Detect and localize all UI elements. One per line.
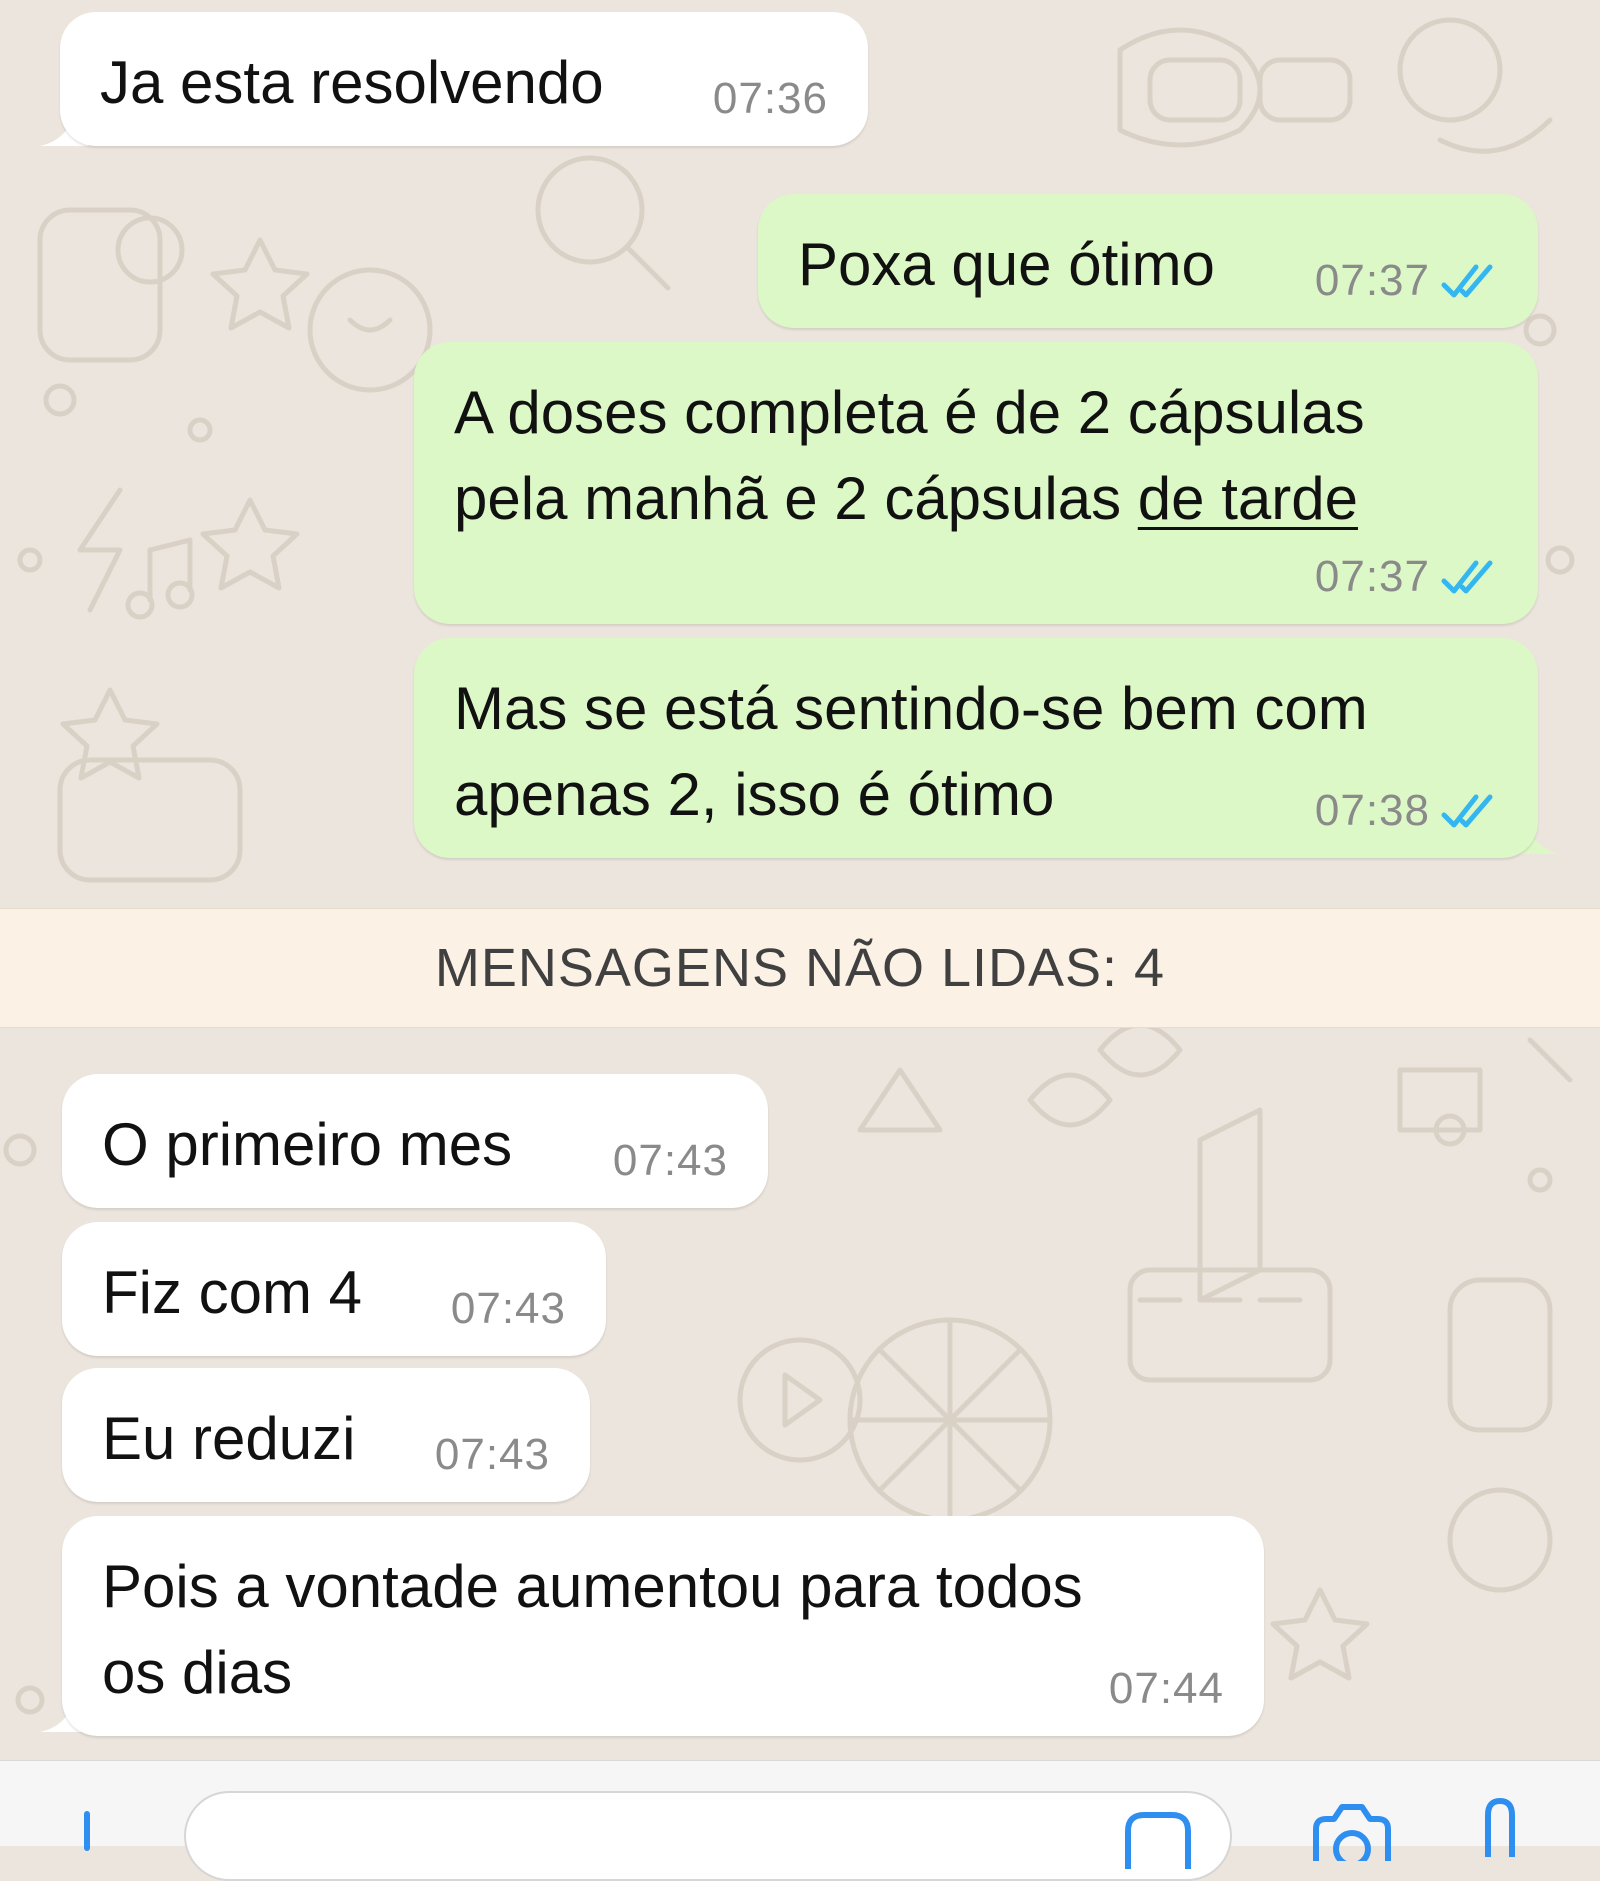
message-line: A doses completa é de 2 cápsulas — [454, 379, 1365, 446]
message-line: pela manhã e 2 cápsulas de tarde — [454, 456, 1365, 542]
timestamp: 07:37 — [1314, 256, 1430, 305]
message-text: Fiz com 4 — [102, 1259, 363, 1326]
incoming-message[interactable]: Pois a vontade aumentou para todos os di… — [62, 1516, 1264, 1736]
incoming-message[interactable]: O primeiro mes 07:43 — [62, 1074, 768, 1208]
double-check-icon — [1441, 794, 1493, 828]
message-time: 07:43 — [613, 1136, 728, 1186]
timestamp: 07:43 — [612, 1136, 728, 1185]
message-text: A doses completa é de 2 cápsulas pela ma… — [454, 370, 1365, 542]
message-text: Mas se está sentindo-se bem com apenas 2… — [454, 666, 1368, 838]
message-text: Eu reduzi — [102, 1405, 356, 1472]
message-time: 07:36 — [713, 74, 828, 124]
timestamp: 07:44 — [1108, 1664, 1224, 1713]
message-time: 07:43 — [435, 1430, 550, 1480]
message-time: 07:37 — [1315, 552, 1498, 602]
message-line: apenas 2, isso é ótimo — [454, 761, 1055, 828]
message-time: 07:44 — [1109, 1664, 1224, 1714]
message-line-part: pela manhã e 2 cápsulas — [454, 465, 1138, 532]
composer-bar — [0, 1760, 1600, 1881]
outgoing-message[interactable]: A doses completa é de 2 cápsulas pela ma… — [414, 342, 1538, 624]
message-line: os dias — [102, 1639, 293, 1706]
timestamp: 07:43 — [434, 1430, 550, 1479]
sticker-icon[interactable] — [1120, 1809, 1196, 1869]
message-text: O primeiro mes — [102, 1111, 513, 1178]
underlined-text: de tarde — [1137, 465, 1358, 532]
message-time: 07:38 — [1315, 786, 1498, 836]
message-line: Mas se está sentindo-se bem com — [454, 675, 1368, 742]
incoming-message[interactable]: Fiz com 4 07:43 — [62, 1222, 606, 1356]
message-text: Ja esta resolvendo — [100, 49, 604, 116]
outgoing-message[interactable]: Mas se está sentindo-se bem com apenas 2… — [414, 638, 1538, 858]
outgoing-message[interactable]: Poxa que ótimo 07:37 — [758, 194, 1538, 328]
message-input[interactable] — [184, 1791, 1232, 1881]
message-text: Pois a vontade aumentou para todos os di… — [102, 1544, 1083, 1716]
timestamp: 07:37 — [1314, 552, 1430, 601]
plus-icon[interactable] — [84, 1811, 90, 1851]
message-text: Poxa que ótimo — [798, 231, 1215, 298]
incoming-message[interactable]: Eu reduzi 07:43 — [62, 1368, 590, 1502]
message-line: Pois a vontade aumentou para todos — [102, 1553, 1083, 1620]
timestamp: 07:36 — [712, 74, 828, 123]
timestamp: 07:38 — [1314, 786, 1430, 835]
camera-icon[interactable] — [1310, 1801, 1394, 1861]
message-time: 07:43 — [451, 1284, 566, 1334]
double-check-icon — [1441, 264, 1493, 298]
unread-label: MENSAGENS NÃO LIDAS: 4 — [434, 938, 1166, 998]
unread-messages-divider: MENSAGENS NÃO LIDAS: 4 — [0, 908, 1600, 1028]
message-time: 07:37 — [1315, 256, 1498, 306]
timestamp: 07:43 — [450, 1284, 566, 1333]
microphone-icon[interactable] — [1480, 1797, 1520, 1857]
incoming-message[interactable]: Ja esta resolvendo 07:36 — [60, 12, 868, 146]
double-check-icon — [1441, 560, 1493, 594]
